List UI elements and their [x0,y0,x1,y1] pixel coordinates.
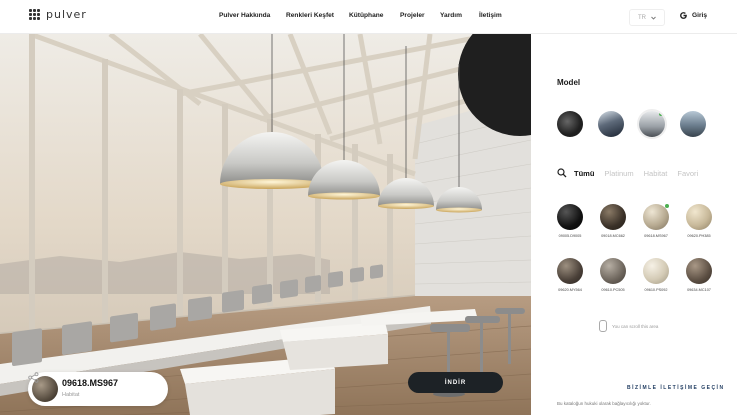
selected-indicator [659,112,663,116]
selected-product-chip[interactable]: 09618.MS967 Habitat [28,372,168,406]
swatch-code: 09610.PC505 [601,288,625,292]
color-swatch[interactable]: 09620.PH385 [686,204,712,238]
logo[interactable]: pulver [29,8,87,21]
model-option-interior[interactable] [639,111,665,137]
interior-render [0,34,531,415]
login-button[interactable]: Giriş [679,11,707,20]
swatch-circle [686,258,712,284]
model-option-terrace[interactable] [680,111,706,137]
product-code: 09618.MS967 [62,378,119,388]
swatch-code: 09634.MC107 [687,288,711,292]
color-swatch[interactable]: 09610.PC505 [600,258,626,292]
language-value: TR [638,14,646,21]
model-list [557,111,706,137]
swatch-code: 09618.MS967 [644,234,668,238]
swatch-code: 09018.MC662 [601,234,625,238]
3d-preview[interactable]: 09618.MS967 Habitat İNDİR [0,34,531,415]
swatch-circle [600,204,626,230]
swatch-code: 09005.D9005 [558,234,582,238]
download-button[interactable]: İNDİR [408,372,503,393]
tab-all[interactable]: Tümü [574,169,594,178]
top-header: pulver Pulver Hakkında Renkleri Keşfet K… [0,0,737,34]
share-icon[interactable] [28,372,39,383]
chevron-down-icon [651,16,656,20]
language-select[interactable]: TR [629,9,665,26]
nav-item-about[interactable]: Pulver Hakkında [219,12,286,19]
nav-item-help[interactable]: Yardım [440,12,479,19]
swatch-circle [557,258,583,284]
scroll-hint: You can scroll this area [599,320,658,332]
swatch-code: 09610.PS092 [644,288,668,292]
scroll-hint-text: You can scroll this area [612,323,659,329]
logo-text: pulver [46,8,87,21]
model-option-building[interactable] [598,111,624,137]
swatch-circle [686,204,712,230]
tab-platinum[interactable]: Platinum [604,169,633,178]
contact-us-link[interactable]: BİZİMLE İLETİŞİME GEÇİN [627,385,725,391]
color-swatch[interactable]: 09018.MC662 [600,204,626,238]
nav-item-library[interactable]: Kütüphane [349,12,400,19]
model-option-sphere[interactable] [557,111,583,137]
nav-item-projects[interactable]: Projeler [400,12,440,19]
logo-icon [29,8,41,21]
model-section-title: Model [557,78,581,87]
swatch-circle [643,204,669,230]
color-swatch[interactable]: 09634.MC107 [686,258,712,292]
tab-habitat[interactable]: Habitat [644,169,668,178]
google-icon [680,12,687,19]
swatch-circle [557,204,583,230]
swatch-code: 09620.MY564 [558,288,582,292]
color-swatch-grid: 09005.D9005 09018.MC662 09618.MS967 0962… [557,204,712,292]
side-panel: Model Tümü Platinum Habitat Favori 09005… [531,34,737,415]
color-swatch[interactable]: 09005.D9005 [557,204,583,238]
search-icon[interactable] [557,168,567,178]
product-collection: Habitat [62,392,80,398]
login-label: Giriş [692,12,708,19]
nav-item-contact[interactable]: İletişim [479,12,502,19]
selected-indicator [665,204,669,208]
color-swatch[interactable]: 09620.MY564 [557,258,583,292]
mouse-scroll-icon [599,320,607,332]
legal-disclaimer: Bu kataloğun hukuki olarak bağlayıcılığı… [557,401,651,406]
swatch-circle [600,258,626,284]
nav-item-explore-colors[interactable]: Renkleri Keşfet [286,12,349,19]
color-swatch[interactable]: 09618.MS967 [643,204,669,238]
swatch-code: 09620.PH385 [687,234,711,238]
filter-tabs: Tümü Platinum Habitat Favori [557,168,708,178]
main-nav: Pulver Hakkında Renkleri Keşfet Kütüphan… [219,12,502,19]
tab-favorites[interactable]: Favori [677,169,698,178]
swatch-circle [643,258,669,284]
color-swatch[interactable]: 09610.PS092 [643,258,669,292]
